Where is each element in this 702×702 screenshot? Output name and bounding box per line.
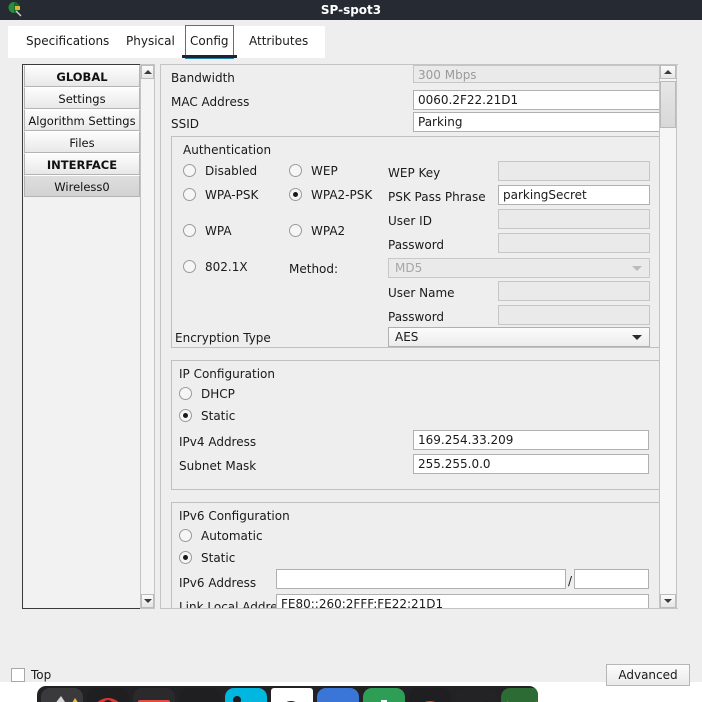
ipv6-prefix-field[interactable] — [574, 569, 649, 589]
radio-dhcp[interactable] — [179, 387, 192, 400]
sidebar: GLOBAL Settings Algorithm Settings Files… — [22, 64, 142, 609]
user-name-field — [498, 281, 650, 301]
radio-ipv6-automatic[interactable] — [179, 529, 192, 542]
sidebar-item-settings[interactable]: Settings — [24, 87, 140, 109]
chrome-icon[interactable] — [409, 688, 451, 702]
method-label: Method: — [289, 262, 339, 276]
radio-wpa2-psk[interactable] — [289, 188, 302, 201]
bandwidth-field: 300 Mbps — [413, 65, 663, 83]
wep-key-field — [498, 161, 650, 181]
ssid-field[interactable]: Parking — [413, 112, 663, 132]
radio-wpa[interactable] — [183, 224, 196, 237]
radio-disabled-label[interactable]: Disabled — [205, 164, 257, 178]
radio-wpa2-label[interactable]: WPA2 — [311, 224, 345, 238]
sidebar-item-interface[interactable]: INTERFACE — [24, 153, 140, 175]
psk-pass-phrase-field[interactable]: parkingSecret — [498, 185, 650, 205]
mac-address-field[interactable]: 0060.2F22.21D1 — [413, 90, 663, 110]
radio-wep[interactable] — [289, 164, 302, 177]
radio-ip-static-label[interactable]: Static — [201, 409, 235, 423]
subnet-mask-field[interactable]: 255.255.0.0 — [413, 454, 649, 474]
password2-label: Password — [388, 310, 445, 324]
user-id-label: User ID — [388, 214, 432, 228]
sidebar-item-global[interactable]: GLOBAL — [24, 65, 140, 87]
excel-icon[interactable] — [363, 688, 405, 702]
radio-wpa2[interactable] — [289, 224, 302, 237]
top-checkbox-label[interactable]: Top — [31, 668, 51, 682]
radio-wpa-label[interactable]: WPA — [205, 224, 232, 238]
radio-wpa2-psk-label[interactable]: WPA2-PSK — [311, 188, 372, 202]
subnet-mask-label: Subnet Mask — [179, 459, 257, 473]
user-id-field — [498, 209, 650, 229]
radio-ipv6-static-label[interactable]: Static — [201, 551, 235, 565]
opera-icon[interactable] — [87, 688, 129, 702]
tab-specifications[interactable]: Specifications — [22, 26, 113, 58]
top-checkbox[interactable] — [11, 668, 25, 682]
panel-scroll-thumb[interactable] — [660, 81, 676, 128]
sidebar-scrollbar[interactable] — [140, 64, 155, 609]
bandwidth-label: Bandwidth — [171, 71, 235, 85]
encryption-type-label: Encryption Type — [175, 331, 271, 345]
tab-bar: Specifications Physical Config Attribute… — [8, 25, 694, 59]
ipv4-address-label: IPv4 Address — [179, 435, 257, 449]
panel-scroll-up-icon[interactable] — [660, 65, 676, 79]
radio-8021x-label[interactable]: 802.1X — [205, 260, 248, 274]
word-icon[interactable] — [317, 688, 359, 702]
window-title: SP-spot3 — [320, 3, 382, 17]
radio-ipv6-automatic-label[interactable]: Automatic — [201, 529, 263, 543]
ipv6-prefix-separator: / — [568, 574, 573, 588]
ipv4-address-field[interactable]: 169.254.33.209 — [413, 430, 649, 450]
sidebar-scroll-down-icon[interactable] — [141, 594, 154, 608]
tab-attributes[interactable]: Attributes — [245, 26, 312, 58]
method-combo-value: MD5 — [395, 261, 423, 275]
ipv6-configuration-title: IPv6 Configuration — [179, 509, 290, 523]
radio-wpa-psk-label[interactable]: WPA-PSK — [205, 188, 258, 202]
ip-configuration-title: IP Configuration — [179, 367, 275, 381]
sidebar-item-wireless0[interactable]: Wireless0 — [24, 175, 140, 197]
wep-key-label: WEP Key — [388, 166, 441, 180]
mac-address-label: MAC Address — [171, 95, 250, 109]
dock — [37, 686, 538, 702]
radio-wpa-psk[interactable] — [183, 188, 196, 201]
sidebar-item-algorithm-settings[interactable]: Algorithm Settings — [24, 109, 140, 131]
chevron-down-icon — [632, 335, 642, 340]
password-label: Password — [388, 238, 445, 252]
edge-icon[interactable] — [179, 688, 221, 702]
password2-field — [498, 305, 650, 325]
ssid-label: SSID — [171, 117, 200, 131]
photos-icon[interactable] — [225, 688, 267, 702]
chevron-down-icon — [632, 266, 642, 271]
psk-pass-phrase-label: PSK Pass Phrase — [388, 190, 486, 204]
radio-wep-label[interactable]: WEP — [311, 164, 338, 178]
method-combo: MD5 — [388, 258, 650, 278]
ipv6-address-label: IPv6 Address — [179, 576, 257, 590]
radio-dhcp-label[interactable]: DHCP — [201, 387, 235, 401]
tab-physical[interactable]: Physical — [122, 26, 179, 58]
mail-icon[interactable] — [501, 688, 538, 702]
sidebar-scroll-up-icon[interactable] — [141, 65, 154, 79]
link-local-address-field[interactable]: FE80::260:2FFF:FE22:21D1 — [276, 594, 649, 608]
config-panel: Bandwidth 300 Mbps MAC Address 0060.2F22… — [160, 64, 678, 609]
radio-8021x[interactable] — [183, 260, 196, 273]
ipv6-address-field[interactable] — [276, 569, 566, 589]
authentication-title: Authentication — [183, 143, 272, 157]
password-field — [498, 233, 650, 253]
finder-icon[interactable] — [41, 688, 83, 702]
panel-scroll-down-icon[interactable] — [660, 594, 676, 608]
notes-icon[interactable] — [455, 688, 497, 702]
dialog-window: Specifications Physical Config Attribute… — [0, 20, 702, 682]
packet-tracer-icon[interactable] — [271, 688, 313, 702]
radio-ipv6-static[interactable] — [179, 551, 192, 564]
radio-disabled[interactable] — [183, 164, 196, 177]
advanced-button[interactable]: Advanced — [606, 664, 690, 686]
encryption-type-value: AES — [395, 330, 419, 344]
sidebar-item-files[interactable]: Files — [24, 131, 140, 153]
encryption-type-combo[interactable]: AES — [388, 327, 650, 347]
user-name-label: User Name — [388, 286, 455, 300]
window-title-bar: SP-spot3 — [0, 0, 702, 20]
terminal-icon[interactable] — [133, 688, 175, 702]
panel-scrollbar[interactable] — [659, 64, 677, 609]
tab-config[interactable]: Config — [182, 25, 236, 59]
radio-ip-static[interactable] — [179, 409, 192, 422]
